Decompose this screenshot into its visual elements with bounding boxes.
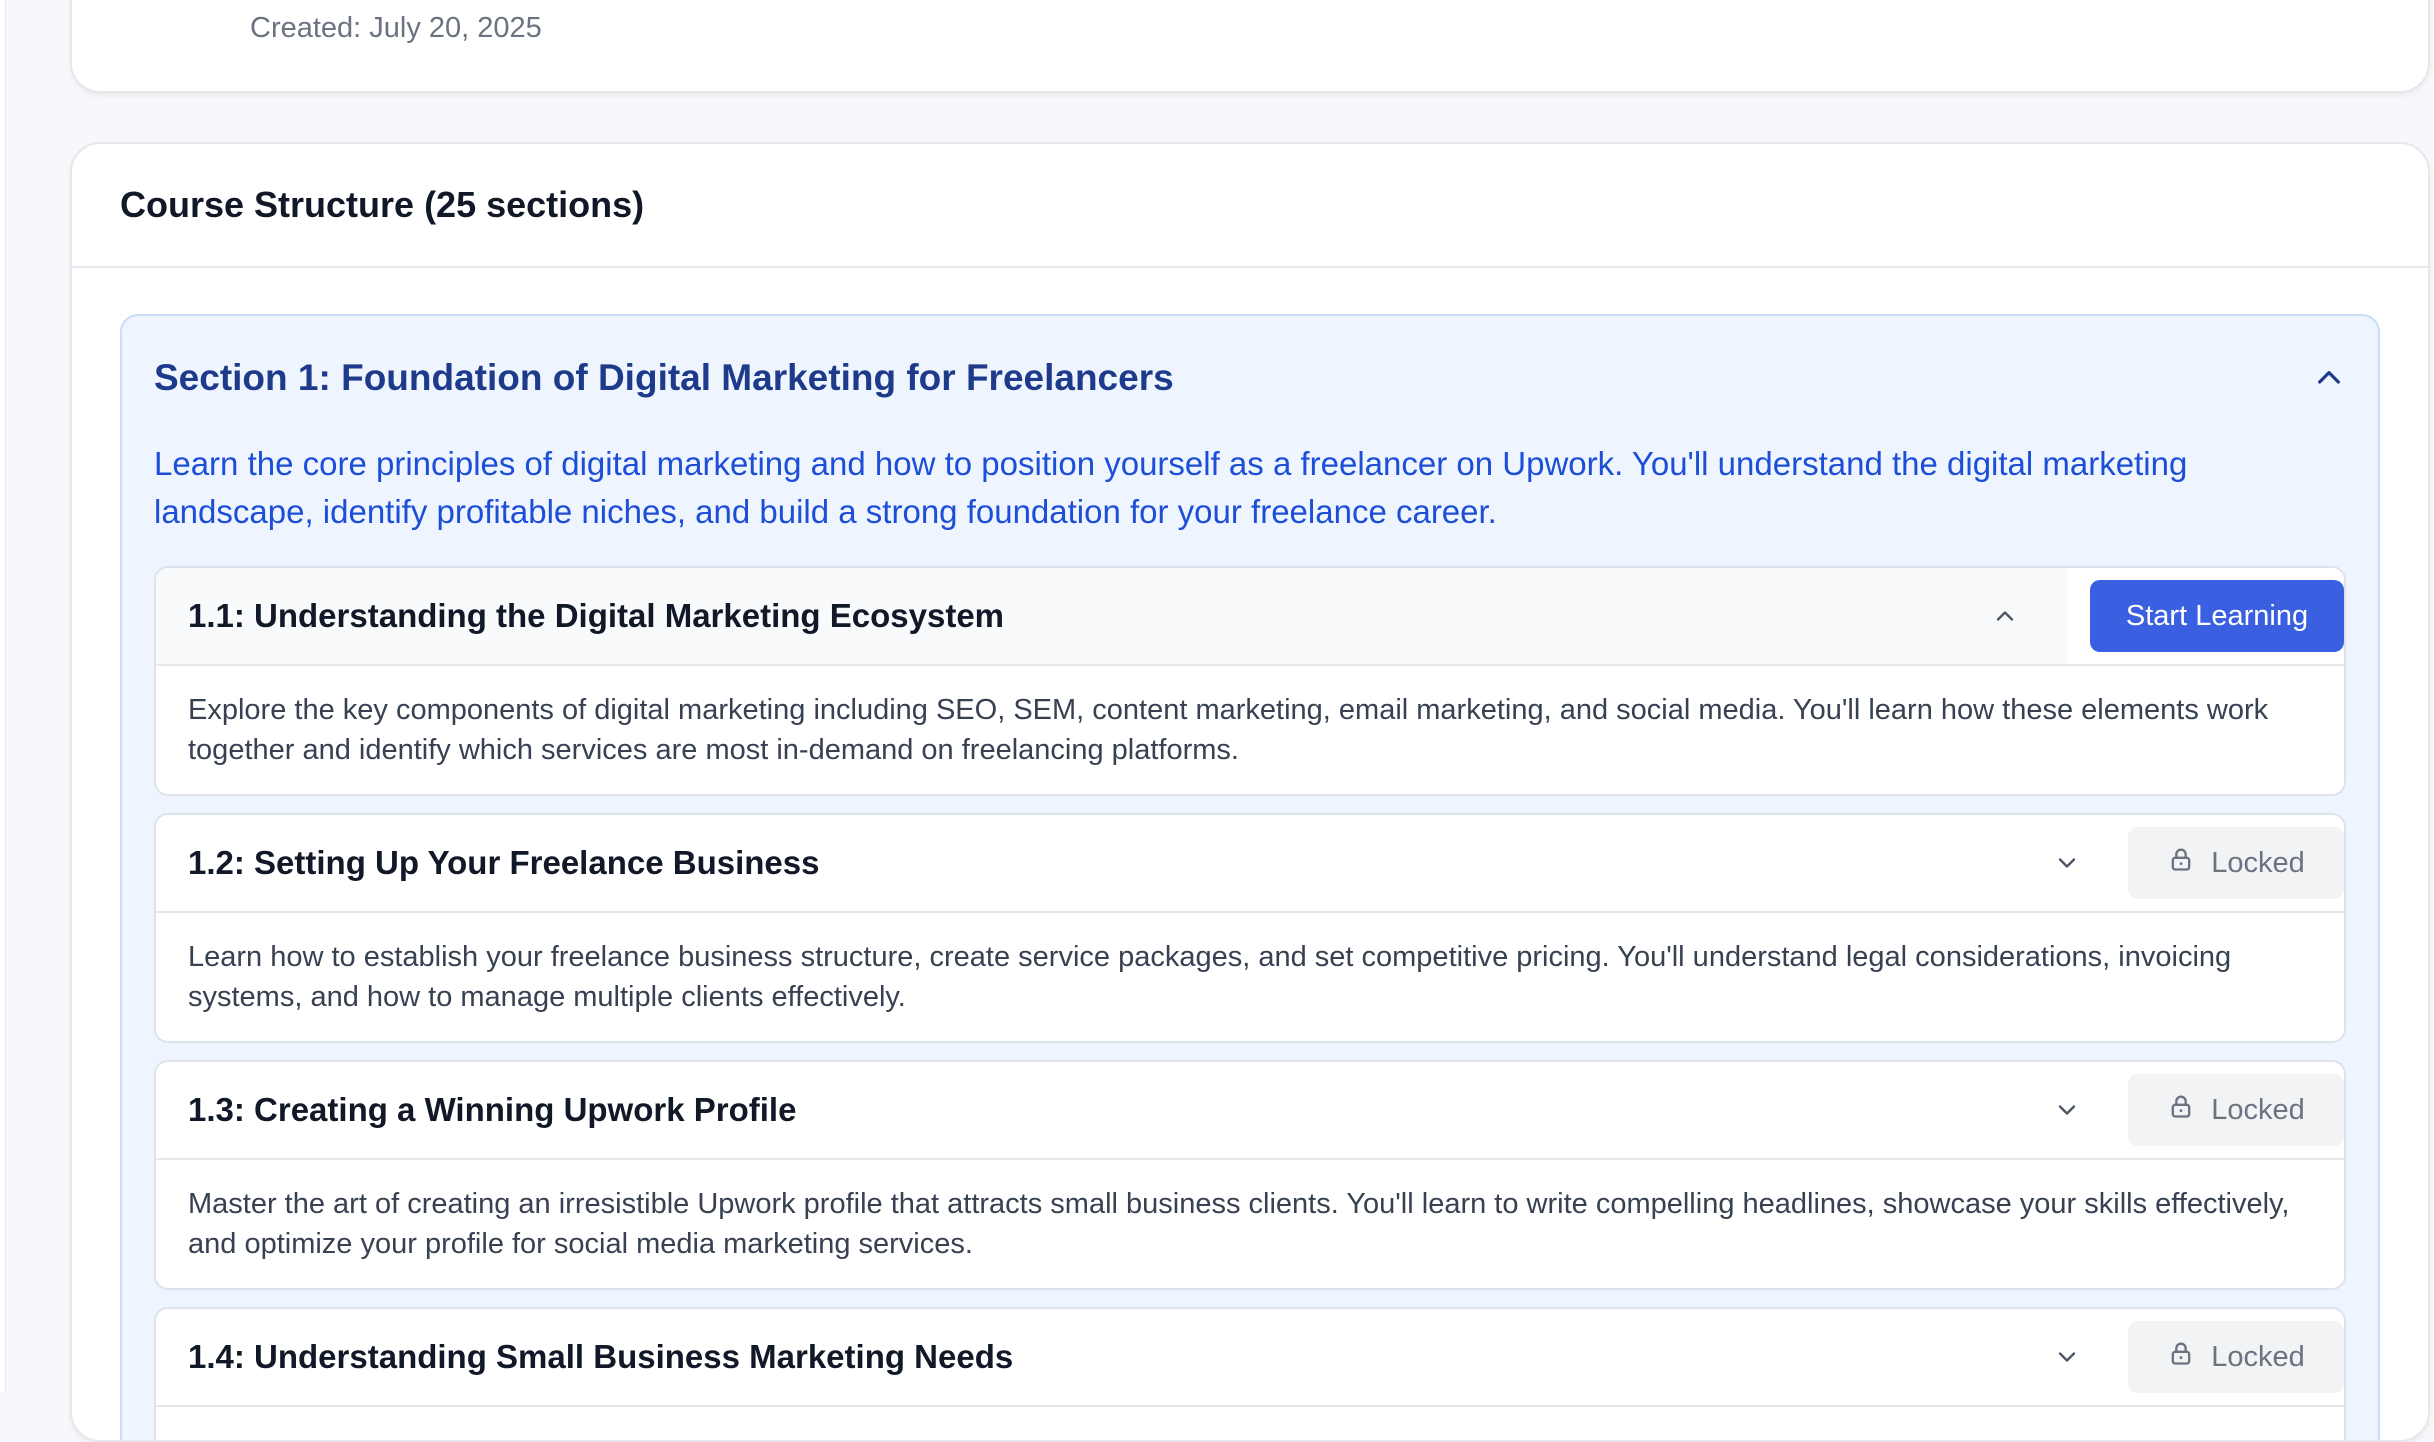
chevron-up-icon[interactable] — [1988, 599, 2022, 633]
chevron-down-icon[interactable] — [2050, 846, 2084, 880]
locked-button[interactable]: Locked — [2128, 1321, 2344, 1393]
lesson-header[interactable]: 1.4: Understanding Small Business Market… — [156, 1309, 2344, 1407]
chevron-up-icon[interactable] — [2312, 361, 2346, 395]
lesson-title: 1.4: Understanding Small Business Market… — [188, 1338, 1014, 1375]
section-header[interactable]: Section 1: Foundation of Digital Marketi… — [122, 316, 2378, 440]
section-panel: Section 1: Foundation of Digital Marketi… — [120, 314, 2380, 1440]
lesson-header[interactable]: 1.1: Understanding the Digital Marketing… — [156, 568, 2344, 666]
course-structure-header: Course Structure (25 sections) — [72, 144, 2428, 268]
locked-label: Locked — [2211, 1093, 2305, 1126]
chevron-down-icon[interactable] — [2050, 1093, 2084, 1127]
lesson-description: Explore the key components of digital ma… — [188, 694, 2269, 766]
lock-icon — [2167, 845, 2195, 881]
start-learning-button[interactable]: Start Learning — [2090, 580, 2344, 652]
course-structure-card: Course Structure (25 sections) Section 1… — [70, 142, 2430, 1442]
locked-label: Locked — [2211, 1340, 2305, 1373]
section-title: Section 1: Foundation of Digital Marketi… — [154, 357, 1174, 398]
chevron-down-icon[interactable] — [2050, 1340, 2084, 1374]
section-description: Learn the core principles of digital mar… — [154, 445, 2188, 530]
lesson-item: 1.4: Understanding Small Business Market… — [154, 1307, 2346, 1440]
lesson-list: 1.1: Understanding the Digital Marketing… — [154, 566, 2346, 1440]
locked-button[interactable]: Locked — [2128, 1074, 2344, 1146]
lesson-item: 1.3: Creating a Winning Upwork Profile L… — [154, 1060, 2346, 1290]
lesson-title: 1.1: Understanding the Digital Marketing… — [188, 597, 1005, 634]
lesson-title: 1.2: Setting Up Your Freelance Business — [188, 844, 820, 881]
lesson-item: 1.2: Setting Up Your Freelance Business … — [154, 813, 2346, 1043]
lesson-title: 1.3: Creating a Winning Upwork Profile — [188, 1091, 797, 1128]
lesson-header[interactable]: 1.3: Creating a Winning Upwork Profile L… — [156, 1062, 2344, 1160]
course-structure-title: Course Structure (25 sections) — [120, 184, 645, 225]
left-rail — [0, 0, 6, 1392]
lock-icon — [2167, 1092, 2195, 1128]
lock-icon — [2167, 1339, 2195, 1375]
lesson-header[interactable]: 1.2: Setting Up Your Freelance Business … — [156, 815, 2344, 913]
lesson-description — [156, 1407, 2344, 1440]
lesson-description: Learn how to establish your freelance bu… — [188, 941, 2232, 1013]
created-date: Created: July 20, 2025 — [250, 12, 542, 44]
locked-label: Locked — [2211, 846, 2305, 879]
course-info-card: Created: July 20, 2025 — [70, 0, 2430, 93]
locked-button[interactable]: Locked — [2128, 827, 2344, 899]
lesson-description: Master the art of creating an irresistib… — [188, 1188, 2290, 1260]
lesson-item: 1.1: Understanding the Digital Marketing… — [154, 566, 2346, 796]
